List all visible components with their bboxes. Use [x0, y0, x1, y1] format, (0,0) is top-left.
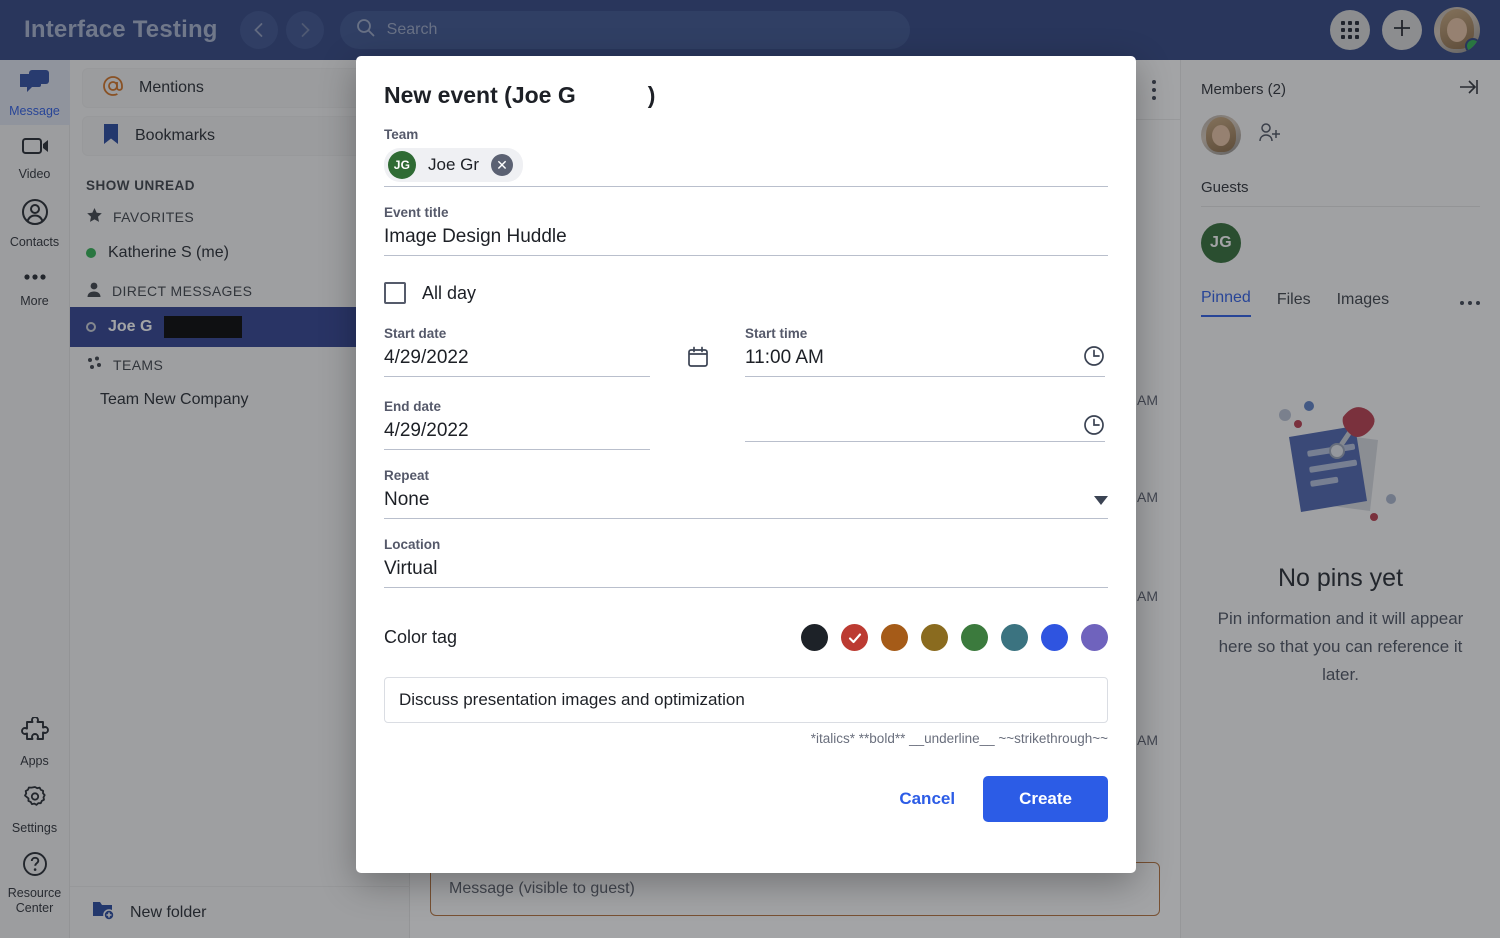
repeat-label: Repeat	[384, 468, 430, 483]
end-date-label: End date	[384, 399, 442, 414]
team-input[interactable]: JG Joe Gr ✕	[384, 142, 1108, 187]
end-time-input[interactable]	[745, 414, 1105, 442]
event-title-field: Event title Image Design Huddle	[384, 205, 1108, 256]
event-title-input[interactable]: Image Design Huddle	[384, 220, 1108, 256]
clock-icon[interactable]	[1083, 414, 1105, 441]
color-tag-label: Color tag	[384, 627, 458, 647]
description-value: Discuss presentation images and optimiza…	[399, 690, 745, 709]
color-swatches	[801, 624, 1108, 651]
all-day-row: All day	[384, 282, 1108, 304]
close-circle-icon[interactable]: ✕	[491, 154, 514, 176]
color-swatch[interactable]	[921, 624, 948, 651]
team-chip-name: Joe Gr	[428, 155, 480, 174]
app-window: AM AM AM AM Message (visible to guest) M…	[0, 0, 1500, 938]
color-swatch[interactable]	[801, 624, 828, 651]
color-swatch[interactable]	[961, 624, 988, 651]
end-date-value: 4/29/2022	[384, 420, 469, 441]
team-field: Team JG Joe Gr ✕	[384, 127, 1108, 187]
color-tag-row: Color tag	[384, 624, 1108, 651]
start-time-label: Start time	[745, 326, 808, 341]
start-date-field: Start date 4/29/2022	[384, 326, 650, 377]
end-date-input[interactable]: 4/29/2022	[384, 414, 650, 450]
end-row: End date 4/29/2022	[384, 399, 1108, 450]
all-day-checkbox[interactable]	[384, 282, 406, 304]
description-input[interactable]: Discuss presentation images and optimiza…	[384, 677, 1108, 723]
calendar-icon[interactable]	[650, 326, 745, 377]
clock-icon[interactable]	[1083, 345, 1105, 372]
dialog-title-suffix: )	[647, 82, 656, 108]
team-label: Team	[384, 127, 419, 142]
color-swatch[interactable]	[1081, 624, 1108, 651]
start-time-value: 11:00 AM	[745, 347, 824, 368]
team-chip: JG Joe Gr ✕	[384, 148, 524, 182]
all-day-label: All day	[422, 282, 477, 303]
repeat-field: Repeat None	[384, 468, 1108, 519]
repeat-select[interactable]: None	[384, 483, 1108, 519]
start-date-label: Start date	[384, 326, 447, 341]
start-date-value: 4/29/2022	[384, 347, 469, 368]
color-swatch[interactable]	[1001, 624, 1028, 651]
chevron-down-icon	[1094, 496, 1108, 505]
repeat-value: None	[384, 489, 430, 510]
location-field: Location Virtual	[384, 537, 1108, 588]
start-time-input[interactable]: 11:00 AM	[745, 341, 1105, 377]
dialog-title: New event (Joe G)	[384, 82, 1108, 109]
start-row: Start date 4/29/2022 Start time 11:00 AM	[384, 326, 1108, 377]
markdown-hint: *italics* **bold** __underline__ ~~strik…	[810, 731, 1108, 746]
start-date-input[interactable]: 4/29/2022	[384, 341, 650, 377]
dialog-title-prefix: New event (Joe G	[384, 82, 576, 108]
color-swatch[interactable]	[881, 624, 908, 651]
new-event-dialog: New event (Joe G) Team JG Joe Gr ✕ Event…	[356, 56, 1136, 873]
end-time-field	[745, 399, 1105, 450]
location-value: Virtual	[384, 558, 438, 579]
location-input[interactable]: Virtual	[384, 552, 1108, 588]
cancel-button[interactable]: Cancel	[899, 789, 955, 809]
team-chip-avatar: JG	[388, 151, 416, 179]
end-row-spacer	[650, 399, 745, 450]
create-button[interactable]: Create	[983, 776, 1108, 822]
event-title-label: Event title	[384, 205, 449, 220]
location-label: Location	[384, 537, 441, 552]
end-date-field: End date 4/29/2022	[384, 399, 650, 450]
start-time-field: Start time 11:00 AM	[745, 326, 1105, 377]
color-swatch-selected[interactable]	[841, 624, 868, 651]
dialog-actions: Cancel Create	[384, 776, 1108, 822]
color-swatch[interactable]	[1041, 624, 1068, 651]
event-title-value: Image Design Huddle	[384, 226, 567, 247]
